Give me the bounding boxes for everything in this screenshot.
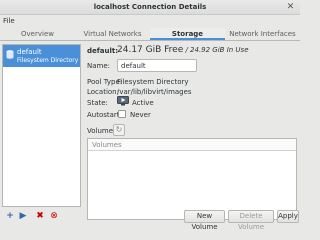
menu-bar: File [0,15,300,27]
volumes-table[interactable]: Volumes [87,138,297,220]
tab-network-interfaces[interactable]: Network Interfaces [225,28,300,40]
running-state-icon [117,96,129,106]
window-title: localhost Connection Details [93,3,207,11]
storage-pool-icon [6,50,14,59]
in-use-space: 24.92 GiB In Use [190,46,249,54]
pool-usage: 24.17 GiB Free / 24.92 GiB In Use [117,45,249,55]
autostart-value: Never [130,111,151,119]
tab-storage[interactable]: Storage [150,28,225,40]
tab-bar: Overview Virtual Networks Storage Networ… [0,28,300,41]
free-space: 24.17 GiB Free [117,45,184,55]
pool-type-value: Filesystem Directory [117,78,189,86]
action-bar: New Volume Delete Volume Apply [0,209,300,231]
name-label: Name: [87,62,111,70]
close-icon[interactable]: ✕ [285,2,296,13]
location-label: Location: [87,88,119,96]
pool-list-item-default[interactable]: default Filesystem Directory [3,45,80,67]
new-volume-button[interactable]: New Volume [184,210,225,231]
delete-volume-button[interactable]: Delete Volume [228,210,274,231]
volumes-column-header[interactable]: Volumes [88,139,296,151]
pool-name-input[interactable] [117,59,197,72]
tab-overview[interactable]: Overview [0,28,75,40]
title-bar: localhost Connection Details ✕ [0,0,300,15]
pool-details-panel: default: 24.17 GiB Free / 24.92 GiB In U… [87,44,299,220]
autostart-label: Autostart: [87,111,122,119]
pool-item-type: Filesystem Directory [17,57,79,64]
location-value: /var/lib/libvirt/images [117,88,192,96]
apply-button[interactable]: Apply [277,210,299,223]
refresh-icon[interactable]: ↻ [113,124,125,136]
volumes-column-label: Volumes [92,141,122,149]
autostart-checkbox[interactable] [118,110,126,118]
storage-pool-list[interactable]: default Filesystem Directory [2,44,81,207]
menu-file[interactable]: File [3,17,15,25]
state-label: State: [87,99,108,107]
pool-item-name: default [17,48,42,56]
tab-virtual-networks[interactable]: Virtual Networks [75,28,150,40]
state-value: Active [132,99,154,107]
pool-heading: default: [87,47,119,55]
